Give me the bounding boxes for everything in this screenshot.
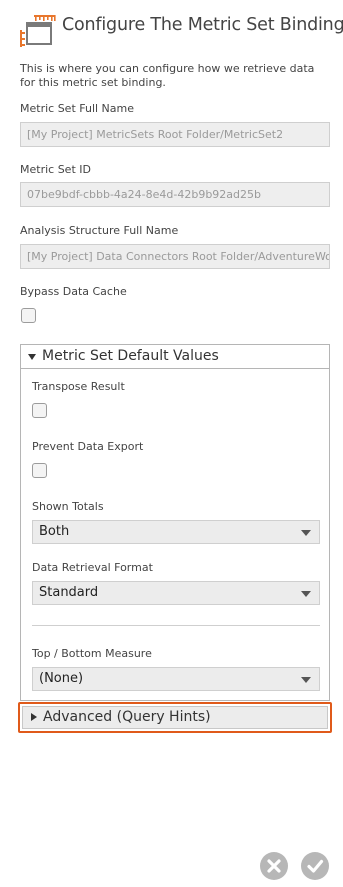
dialog-header: Configure The Metric Set Binding (18, 12, 343, 52)
metric-set-id-field: 07be9bdf-cbbb-4a24-8e4d-42b9b92ad25b (20, 182, 330, 207)
chevron-down-icon (28, 354, 36, 360)
advanced-query-hints-panel[interactable]: Advanced (Query Hints) (18, 702, 332, 733)
metric-set-full-name-field: [My Project] MetricSets Root Folder/Metr… (20, 122, 330, 147)
transpose-result-label: Transpose Result (32, 380, 125, 393)
shown-totals-label: Shown Totals (32, 500, 104, 513)
advanced-query-hints-header[interactable]: Advanced (Query Hints) (22, 706, 328, 729)
panel-title: Metric Set Default Values (42, 348, 219, 364)
confirm-button[interactable] (301, 852, 329, 880)
page-title: Configure The Metric Set Binding (62, 15, 343, 35)
analysis-structure-full-name-label: Analysis Structure Full Name (20, 224, 179, 237)
divider (32, 625, 320, 626)
metric-set-binding-icon (20, 15, 56, 47)
close-icon (267, 859, 281, 873)
metric-set-full-name-label: Metric Set Full Name (20, 102, 135, 115)
check-icon (307, 859, 324, 873)
transpose-result-checkbox[interactable] (32, 403, 47, 418)
chevron-right-icon (31, 713, 37, 721)
metric-set-id-label: Metric Set ID (20, 163, 91, 176)
bypass-data-cache-label: Bypass Data Cache (20, 285, 127, 298)
bypass-data-cache-checkbox[interactable] (21, 308, 36, 323)
dialog-description: This is where you can configure how we r… (20, 62, 315, 89)
metric-set-default-values-header[interactable]: Metric Set Default Values (21, 345, 329, 369)
metric-set-default-values-panel: Metric Set Default Values Transpose Resu… (20, 344, 330, 701)
chevron-down-icon (301, 677, 311, 683)
cancel-button[interactable] (260, 852, 288, 880)
top-bottom-measure-label: Top / Bottom Measure (32, 647, 152, 660)
analysis-structure-full-name-field: [My Project] Data Connectors Root Folder… (20, 244, 330, 269)
prevent-data-export-checkbox[interactable] (32, 463, 47, 478)
chevron-down-icon (301, 530, 311, 536)
advanced-panel-title: Advanced (Query Hints) (43, 709, 211, 725)
prevent-data-export-label: Prevent Data Export (32, 440, 144, 453)
data-retrieval-format-value: Standard (39, 585, 99, 600)
top-bottom-measure-select[interactable]: (None) (32, 667, 320, 691)
top-bottom-measure-value: (None) (39, 671, 84, 686)
shown-totals-select[interactable]: Both (32, 520, 320, 544)
shown-totals-value: Both (39, 524, 70, 539)
data-retrieval-format-select[interactable]: Standard (32, 581, 320, 605)
chevron-down-icon (301, 591, 311, 597)
data-retrieval-format-label: Data Retrieval Format (32, 561, 153, 574)
